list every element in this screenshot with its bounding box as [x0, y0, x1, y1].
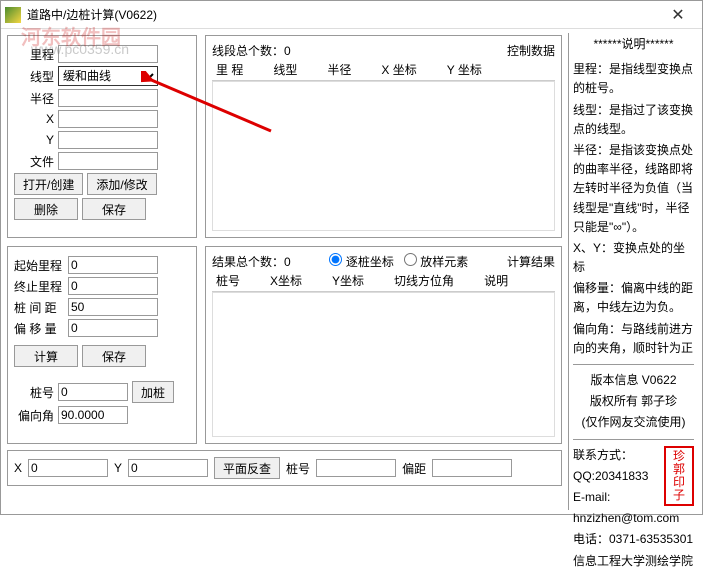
- titlebar: 道路中/边桩计算(V0622) ✕: [1, 1, 702, 29]
- col-y: Y 坐标: [447, 61, 482, 78]
- copyright: 版权所有 郭子珍: [573, 392, 694, 411]
- label-xianxing: 线型: [14, 68, 54, 85]
- radio-fangyang[interactable]: 放样元素: [404, 253, 468, 270]
- result-count: 0: [284, 255, 291, 269]
- label-bpianju: 偏距: [402, 460, 426, 477]
- col-banjing: 半径: [327, 61, 351, 78]
- label-end-licheng: 终止里程: [14, 278, 64, 295]
- label-y: Y: [14, 133, 54, 147]
- add-modify-button[interactable]: 添加/修改: [87, 173, 156, 195]
- input-bpianju[interactable]: [432, 459, 512, 477]
- calc-button[interactable]: 计算: [14, 345, 78, 367]
- segment-list-body[interactable]: [212, 81, 555, 231]
- segment-count: 0: [284, 44, 291, 58]
- input-wenjian[interactable]: [58, 152, 158, 170]
- window-title: 道路中/边桩计算(V0622): [27, 6, 658, 23]
- delete-button[interactable]: 删除: [14, 198, 78, 220]
- save-button-1[interactable]: 保存: [82, 198, 146, 220]
- close-button[interactable]: ✕: [658, 3, 698, 27]
- help-p3: 半径：是指该变换点处的曲率半径，线路即将左转时半径为负值（当线型是"直线"时，半…: [573, 141, 694, 237]
- calc-input-group: 起始里程 终止里程 桩 间 距 偏 移 量 计算保存 桩号 加桩 偏向角: [7, 246, 197, 444]
- label-banjing: 半径: [14, 90, 54, 107]
- input-group: 里程 线型缓和曲线 半径 X Y 文件 打开/创建添加/修改 删除保存: [7, 35, 197, 238]
- label-zhuanghao: 桩号: [14, 384, 54, 401]
- input-pianxiangjiao[interactable]: [58, 406, 128, 424]
- rcol-3: 切线方位角: [394, 272, 454, 289]
- input-bzhuanghao[interactable]: [316, 459, 396, 477]
- result-group: 结果总个数：0 逐桩坐标 放样元素 计算结果 桩号 X坐标 Y坐标 切线方位角 …: [205, 246, 562, 444]
- label-bzhuanghao: 桩号: [286, 460, 310, 477]
- side-panel: ******说明****** 里程：是指线型变换点的桩号。 线型：是指过了该变换…: [568, 33, 698, 510]
- input-licheng[interactable]: [58, 45, 158, 63]
- label-wenjian: 文件: [14, 153, 54, 170]
- label-licheng: 里程: [14, 46, 54, 63]
- contact-phone: 电话：0371-63535301: [573, 530, 694, 549]
- contact-email: hnzizhen@tom.com: [573, 509, 694, 528]
- input-pianyi[interactable]: [68, 319, 158, 337]
- rcol-2: Y坐标: [332, 272, 364, 289]
- stamp-icon: 珍郭印子: [664, 446, 694, 507]
- license-note: (仅作网友交流使用): [573, 413, 694, 432]
- label-pianyi: 偏 移 量: [14, 320, 64, 337]
- label-start-licheng: 起始里程: [14, 257, 64, 274]
- label-x: X: [14, 112, 54, 126]
- segment-list-group: 线段总个数：0 控制数据 里 程 线型 半径 X 坐标 Y 坐标: [205, 35, 562, 238]
- segment-list-header: 里 程 线型 半径 X 坐标 Y 坐标: [212, 59, 555, 81]
- result-list-header: 桩号 X坐标 Y坐标 切线方位角 说明: [212, 270, 555, 292]
- bottom-bar: X Y 平面反查 桩号 偏距: [7, 450, 562, 486]
- input-y[interactable]: [58, 131, 158, 149]
- rcol-0: 桩号: [216, 272, 240, 289]
- help-p6: 偏向角：与路线前进方向的夹角，顺时针为正: [573, 320, 694, 358]
- contact-org: 信息工程大学测绘学院: [573, 552, 694, 571]
- input-start-licheng[interactable]: [68, 256, 158, 274]
- help-p4: X、Y：变换点处的坐标: [573, 239, 694, 277]
- input-zhuanghao[interactable]: [58, 383, 128, 401]
- result-count-label: 结果总个数：: [212, 255, 284, 269]
- input-end-licheng[interactable]: [68, 277, 158, 295]
- open-create-button[interactable]: 打开/创建: [14, 173, 83, 195]
- segment-count-label: 线段总个数：: [212, 44, 284, 58]
- input-zhuangjianju[interactable]: [68, 298, 158, 316]
- input-x[interactable]: [58, 110, 158, 128]
- pingmian-button[interactable]: 平面反查: [214, 457, 280, 479]
- result-list-body[interactable]: [212, 292, 555, 437]
- col-licheng: 里 程: [216, 61, 243, 78]
- input-by[interactable]: [128, 459, 208, 477]
- help-p1: 里程：是指线型变换点的桩号。: [573, 60, 694, 98]
- input-banjing[interactable]: [58, 89, 158, 107]
- col-x: X 坐标: [381, 61, 416, 78]
- version-info: 版本信息 V0622: [573, 371, 694, 390]
- save-button-2[interactable]: 保存: [82, 345, 146, 367]
- label-zhuangjianju: 桩 间 距: [14, 299, 64, 316]
- label-by: Y: [114, 461, 122, 475]
- label-bx: X: [14, 461, 22, 475]
- side-title: ******说明******: [573, 35, 694, 54]
- input-bx[interactable]: [28, 459, 108, 477]
- radio-zhuzhuang[interactable]: 逐桩坐标: [329, 253, 393, 270]
- select-xianxing[interactable]: 缓和曲线: [58, 66, 158, 86]
- label-pianxiangjiao: 偏向角: [14, 407, 54, 424]
- main-panel: 里程 线型缓和曲线 半径 X Y 文件 打开/创建添加/修改 删除保存 线段总个…: [1, 29, 568, 514]
- app-icon: [5, 7, 21, 23]
- control-data-label: 控制数据: [507, 42, 555, 59]
- col-xianxing: 线型: [273, 61, 297, 78]
- result-label: 计算结果: [507, 253, 555, 270]
- jiazhuang-button[interactable]: 加桩: [132, 381, 174, 403]
- help-p2: 线型：是指过了该变换点的线型。: [573, 101, 694, 139]
- help-p5: 偏移量：偏离中线的距离，中线左边为负。: [573, 279, 694, 317]
- rcol-1: X坐标: [270, 272, 302, 289]
- rcol-4: 说明: [484, 272, 508, 289]
